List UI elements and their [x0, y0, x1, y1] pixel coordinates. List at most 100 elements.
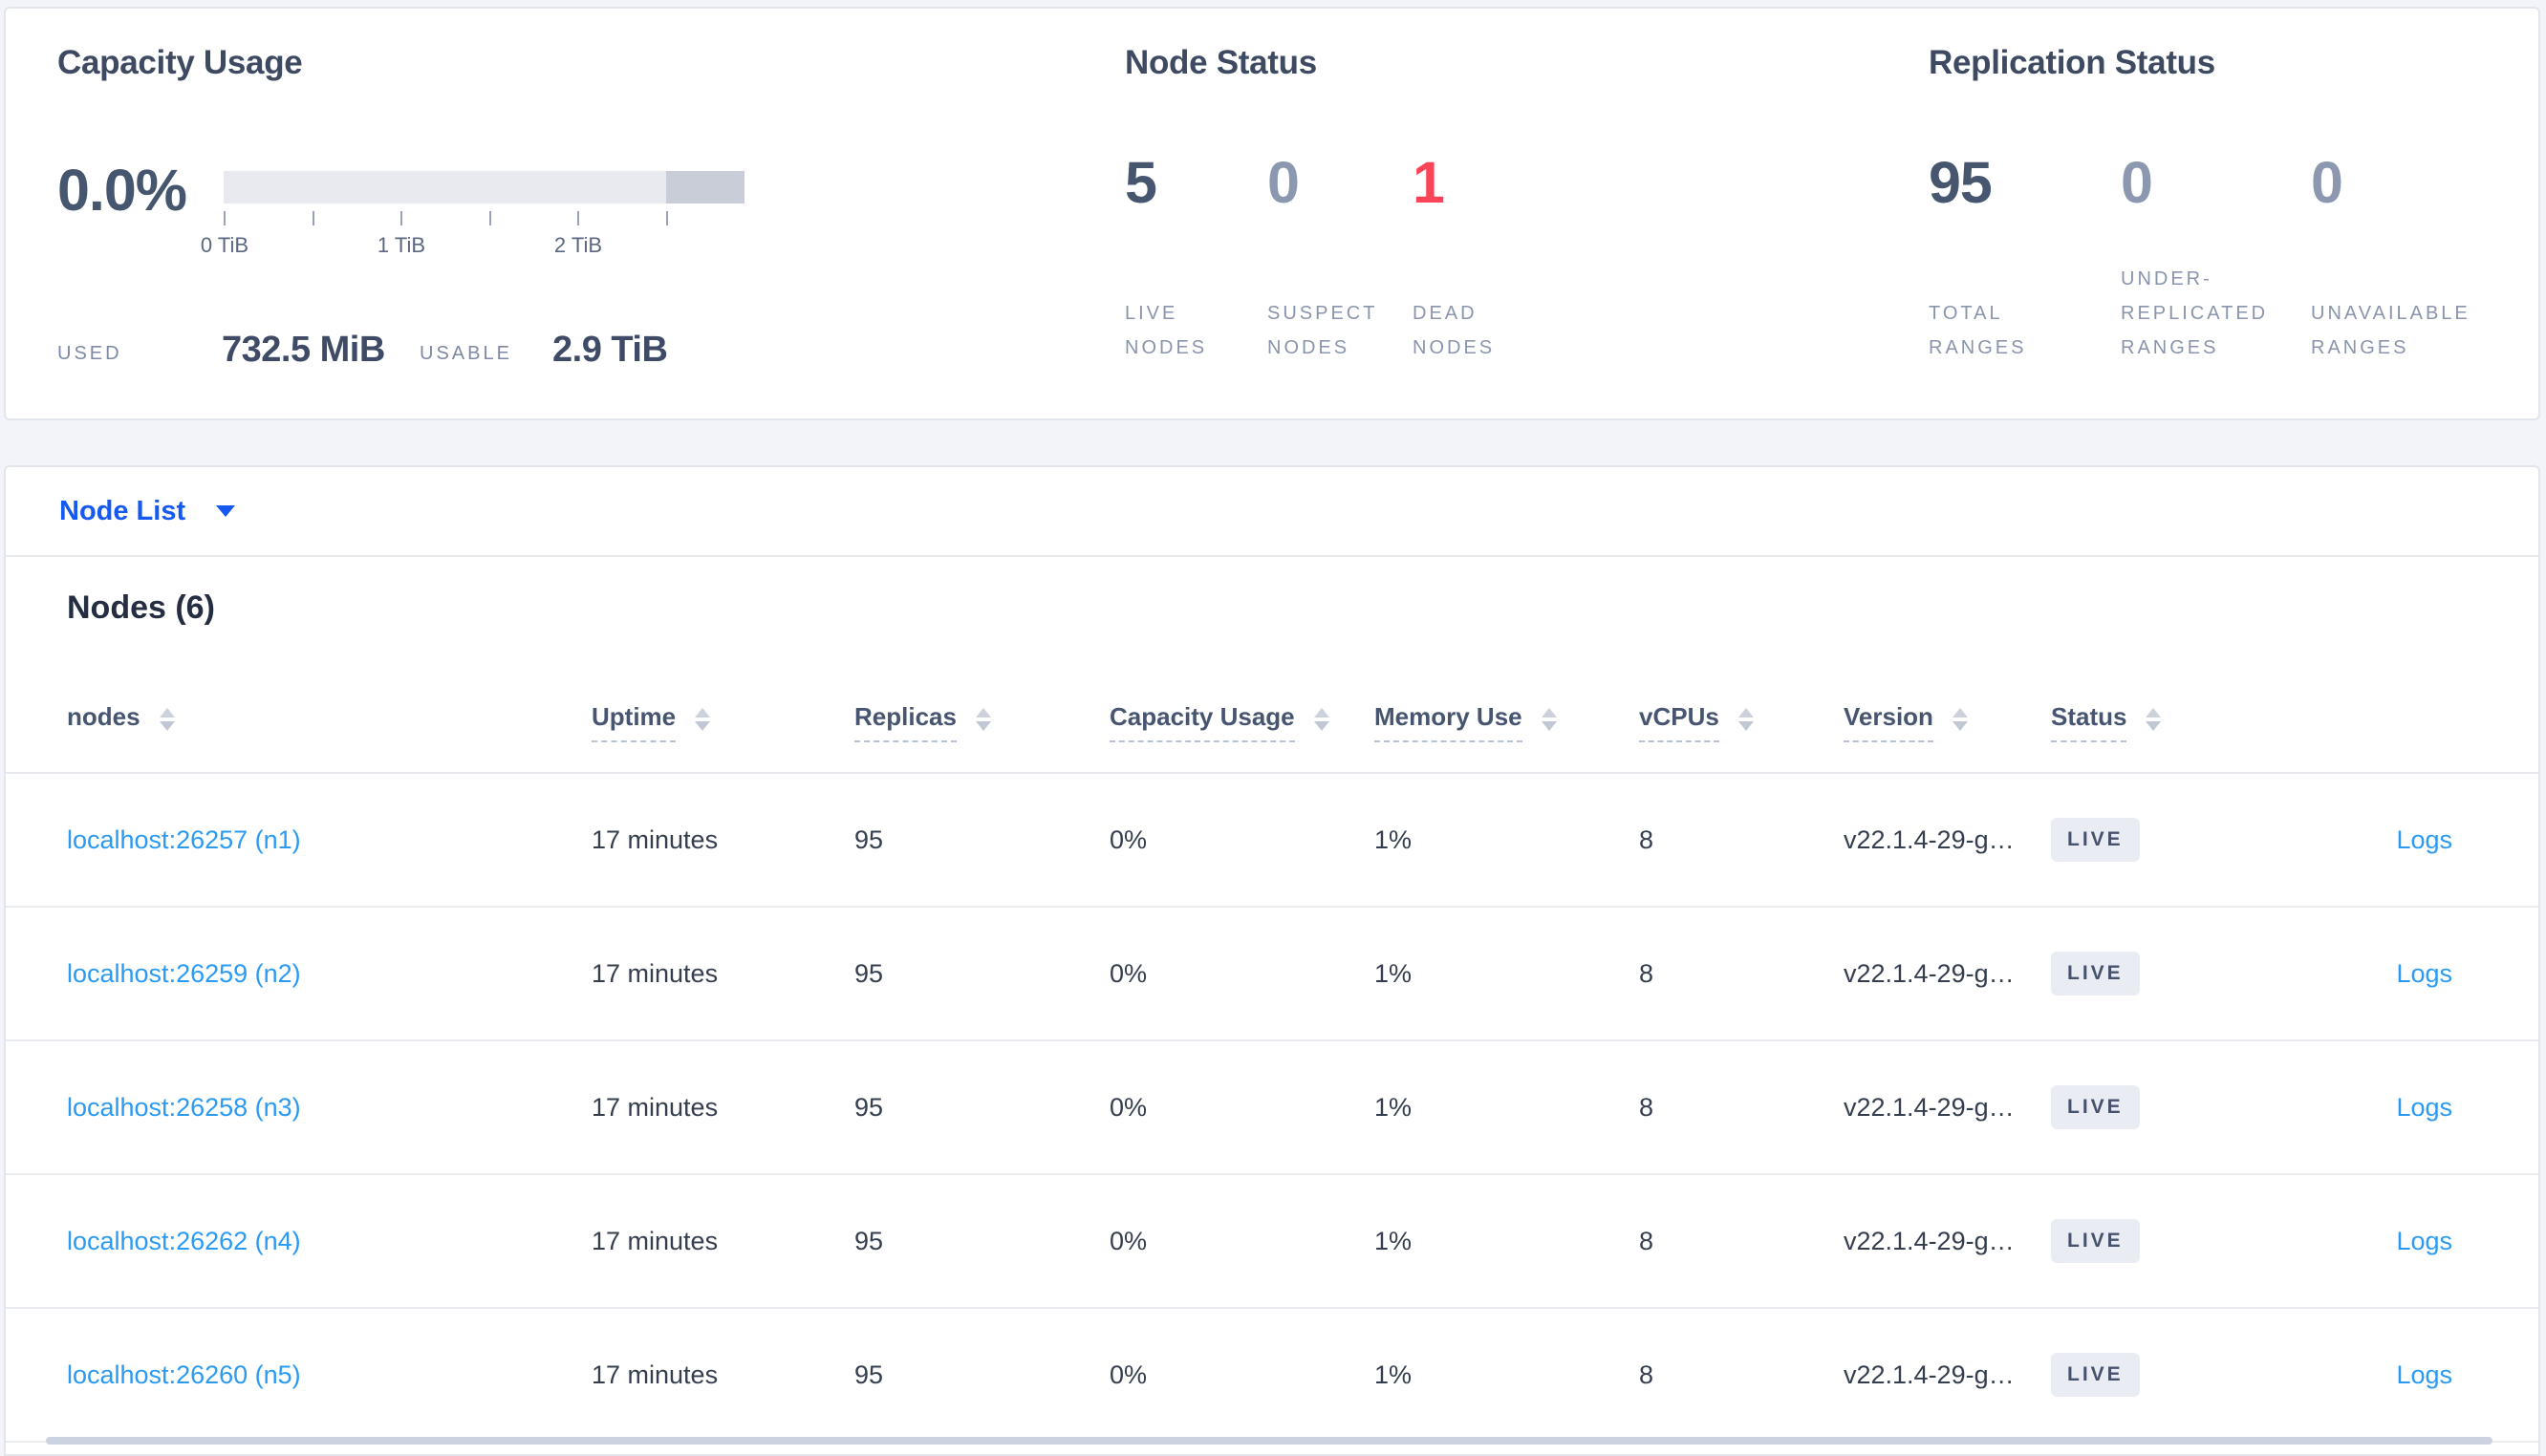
- replication-status-title: Replication Status: [1929, 44, 2215, 81]
- node-address-link[interactable]: localhost:26260 (n5): [67, 1360, 301, 1389]
- unavailable-ranges-label: UNAVAILABLE RANGES: [2311, 303, 2470, 358]
- replicas-cell: 95: [854, 1226, 884, 1255]
- horizontal-scrollbar[interactable]: [46, 1437, 2492, 1445]
- nodes-table-body: localhost:26257 (n1) 17 minutes 95 0% 1%…: [6, 774, 2538, 1443]
- used-value: 732.5 MiB: [222, 330, 385, 370]
- live-nodes-metric: 5 LIVE NODES: [1125, 152, 1267, 365]
- table-row: localhost:26258 (n3) 17 minutes 95 0% 1%…: [6, 1041, 2538, 1175]
- suspect-nodes-value: 0: [1267, 150, 1300, 215]
- vcpus-cell: 8: [1639, 958, 1654, 988]
- vcpus-cell: 8: [1639, 1226, 1654, 1255]
- version-cell: v22.1.4-29-g…: [1844, 1092, 2015, 1122]
- live-nodes-label: LIVE NODES: [1125, 303, 1208, 358]
- dead-nodes-metric: 1 DEAD NODES: [1413, 152, 1556, 365]
- replicas-cell: 95: [854, 824, 884, 854]
- logs-link[interactable]: Logs: [2396, 1360, 2452, 1389]
- sort-icon: [1313, 708, 1329, 731]
- version-cell: v22.1.4-29-g…: [1844, 1226, 2015, 1255]
- column-header-replicas[interactable]: Replicas: [854, 702, 1110, 742]
- chevron-down-icon: [216, 505, 236, 517]
- uptime-cell: 17 minutes: [592, 1360, 719, 1389]
- column-header-version[interactable]: Version: [1844, 702, 2051, 742]
- axis-label-1tib: 1 TiB: [377, 233, 426, 257]
- node-address-link[interactable]: localhost:26257 (n1): [67, 825, 301, 854]
- unavailable-ranges-metric: 0 UNAVAILABLE RANGES: [2311, 152, 2516, 365]
- replicas-cell: 95: [854, 958, 884, 988]
- used-label: USED: [57, 343, 122, 364]
- capacity-stats: USED 732.5 MiB USABLE 2.9 TiB: [57, 323, 726, 371]
- nodes-table-header: nodes Uptime Replicas Capacity Usage Mem…: [6, 691, 2538, 774]
- status-badge: LIVE: [2051, 1085, 2140, 1129]
- dead-nodes-label: DEAD NODES: [1413, 303, 1496, 358]
- sort-icon: [2146, 708, 2162, 731]
- column-header-uptime[interactable]: Uptime: [592, 702, 854, 742]
- axis-tick: [577, 211, 579, 225]
- status-badge: LIVE: [2051, 818, 2140, 862]
- logs-link[interactable]: Logs: [2396, 959, 2452, 988]
- sort-icon: [975, 708, 991, 731]
- node-address-link[interactable]: localhost:26262 (n4): [67, 1227, 301, 1255]
- logs-link[interactable]: Logs: [2396, 1093, 2452, 1122]
- version-cell: v22.1.4-29-g…: [1844, 958, 2015, 988]
- sort-icon: [1737, 708, 1754, 731]
- capacity-usage-cell: 0%: [1110, 1226, 1148, 1255]
- total-ranges-metric: 95 TOTAL RANGES: [1929, 152, 2101, 365]
- column-header-memory-use[interactable]: Memory Use: [1374, 702, 1639, 742]
- uptime-cell: 17 minutes: [592, 1226, 719, 1255]
- capacity-usage-bar-chart: 0 TiB 1 TiB 2 TiB: [201, 171, 744, 262]
- suspect-nodes-metric: 0 SUSPECT NODES: [1267, 152, 1413, 365]
- logs-link[interactable]: Logs: [2396, 825, 2452, 854]
- unavailable-ranges-value: 0: [2311, 150, 2343, 215]
- node-address-link[interactable]: localhost:26258 (n3): [67, 1093, 301, 1122]
- axis-tick: [224, 211, 226, 225]
- capacity-usage-panel: Capacity Usage 0.0% 0 TiB 1 TiB 2 TiB US…: [57, 9, 1109, 418]
- dead-nodes-value: 1: [1413, 150, 1445, 215]
- node-address-link[interactable]: localhost:26259 (n2): [67, 959, 301, 988]
- status-badge: LIVE: [2051, 1353, 2140, 1397]
- status-badge: LIVE: [2051, 1219, 2140, 1263]
- live-nodes-value: 5: [1125, 150, 1157, 215]
- replicas-cell: 95: [854, 1360, 884, 1389]
- capacity-usage-cell: 0%: [1110, 1360, 1148, 1389]
- capacity-usage-cell: 0%: [1110, 824, 1148, 854]
- memory-use-cell: 1%: [1374, 1226, 1413, 1255]
- column-header-capacity-usage[interactable]: Capacity Usage: [1110, 702, 1374, 742]
- axis-tick: [666, 211, 668, 225]
- column-header-status[interactable]: Status: [2051, 702, 2257, 742]
- table-row: localhost:26260 (n5) 17 minutes 95 0% 1%…: [6, 1309, 2538, 1443]
- sort-icon: [159, 708, 175, 731]
- capacity-usage-title: Capacity Usage: [57, 44, 303, 81]
- under-replicated-ranges-label: UNDER-REPLICATED RANGES: [2121, 268, 2269, 358]
- version-cell: v22.1.4-29-g…: [1844, 824, 2015, 854]
- capacity-bar-reserved-segment: [666, 171, 744, 203]
- total-ranges-value: 95: [1929, 150, 1993, 215]
- vcpus-cell: 8: [1639, 1360, 1654, 1389]
- nodes-table-card: Nodes (6) nodes Uptime Replicas Capacity…: [4, 557, 2540, 1456]
- view-selector-label[interactable]: Node List: [59, 496, 185, 527]
- column-header-vcpus[interactable]: vCPUs: [1639, 702, 1844, 742]
- capacity-bar: [224, 171, 744, 203]
- capacity-axis-labels: 0 TiB 1 TiB 2 TiB: [201, 233, 744, 262]
- uptime-cell: 17 minutes: [592, 824, 719, 854]
- node-status-title: Node Status: [1125, 44, 1317, 81]
- version-cell: v22.1.4-29-g…: [1844, 1360, 2015, 1389]
- usable-value: 2.9 TiB: [552, 330, 668, 370]
- node-status-panel: Node Status 5 LIVE NODES 0 SUSPECT NODES…: [1125, 9, 1909, 418]
- suspect-nodes-label: SUSPECT NODES: [1267, 303, 1378, 358]
- uptime-cell: 17 minutes: [592, 1092, 719, 1122]
- replicas-cell: 95: [854, 1092, 884, 1122]
- sort-icon: [1952, 708, 1968, 731]
- replication-status-panel: Replication Status 95 TOTAL RANGES 0 UND…: [1929, 9, 2540, 418]
- table-row: localhost:26259 (n2) 17 minutes 95 0% 1%…: [6, 908, 2538, 1041]
- logs-link[interactable]: Logs: [2396, 1227, 2452, 1255]
- uptime-cell: 17 minutes: [592, 958, 719, 988]
- capacity-usage-cell: 0%: [1110, 958, 1148, 988]
- column-header-nodes[interactable]: nodes: [67, 702, 592, 740]
- axis-label-0tib: 0 TiB: [200, 233, 249, 257]
- memory-use-cell: 1%: [1374, 1360, 1413, 1389]
- usable-label: USABLE: [420, 343, 512, 364]
- capacity-usage-cell: 0%: [1110, 1092, 1148, 1122]
- memory-use-cell: 1%: [1374, 1092, 1413, 1122]
- view-selector-dropdown[interactable]: Node List: [4, 465, 2540, 557]
- status-badge: LIVE: [2051, 952, 2140, 996]
